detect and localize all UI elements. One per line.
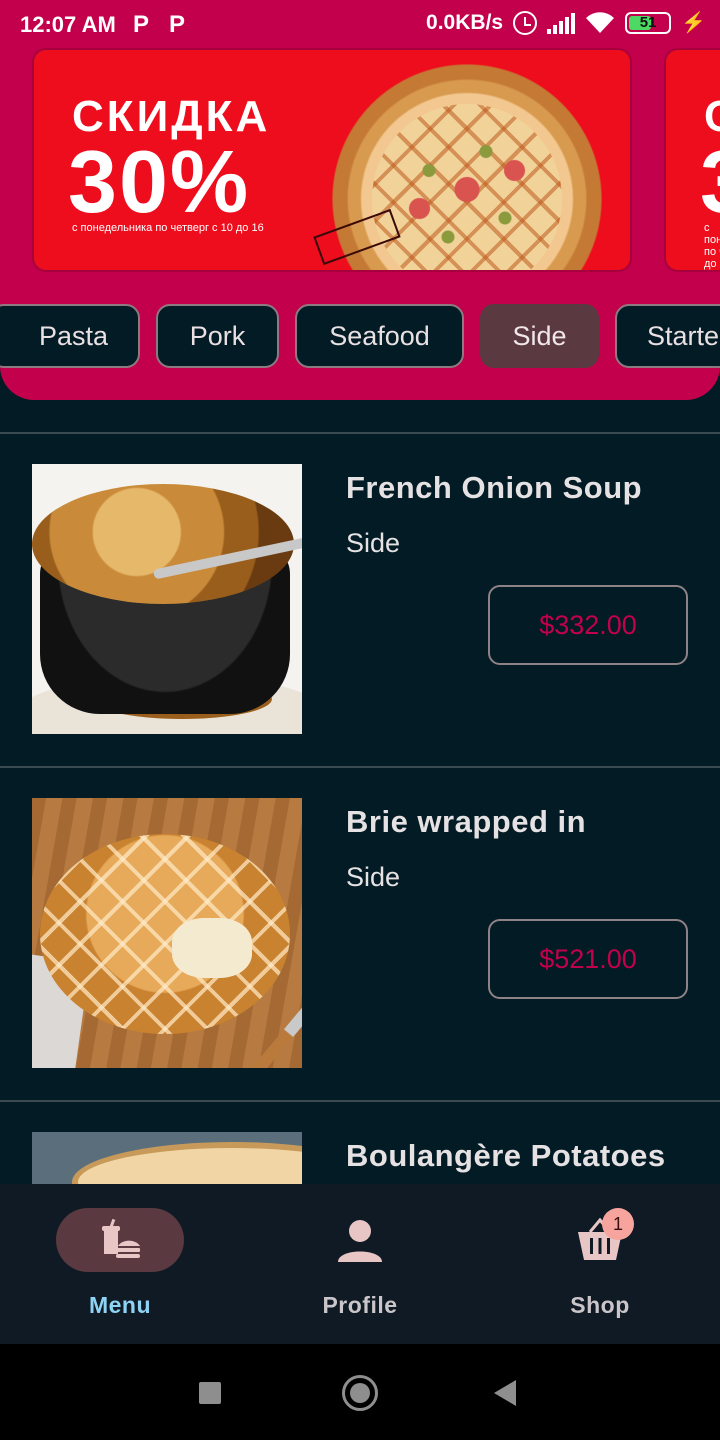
- menu-item-image[interactable]: [32, 1132, 302, 1184]
- status-indicators: 0.0KB/s 51 ⚡: [426, 10, 706, 35]
- signal-icon: [547, 12, 576, 34]
- category-chip-starter[interactable]: Starter: [615, 304, 720, 368]
- wifi-icon: [585, 11, 615, 34]
- banner-percent: 30%: [700, 138, 720, 226]
- charging-icon: ⚡: [681, 12, 706, 34]
- list-divider: [0, 766, 720, 768]
- menu-item-title[interactable]: French Onion Soup: [346, 470, 642, 506]
- nav-label-shop: Shop: [570, 1292, 630, 1318]
- nav-profile[interactable]: Profile: [240, 1184, 480, 1344]
- battery-level: 51: [639, 14, 657, 31]
- nav-label-profile: Profile: [322, 1292, 398, 1318]
- header-panel: 12:07 AM P P 0.0KB/s 51 ⚡ СКИДКА 30% с п…: [0, 0, 720, 400]
- network-speed: 0.0KB/s: [426, 10, 504, 34]
- list-divider: [0, 432, 720, 434]
- promo-banner[interactable]: СКИДКА 30% с понедельника по четверг с 1…: [32, 48, 632, 272]
- system-navigation-bar: [0, 1344, 720, 1440]
- promo-banner-next[interactable]: СКИДКА 30% с понедельника по четверг с 1…: [664, 48, 720, 272]
- category-chips: Pasta Pork Seafood Side Starter: [0, 304, 720, 368]
- nav-label-menu: Menu: [88, 1292, 152, 1318]
- price-button[interactable]: $332.00: [488, 585, 688, 665]
- banner-subtitle: с понедельника по четверг с 10 до 16: [72, 222, 264, 234]
- menu-item-title[interactable]: Boulangère Potatoes: [346, 1138, 666, 1174]
- category-chip-pork[interactable]: Pork: [156, 304, 279, 368]
- menu-item-image[interactable]: [32, 798, 302, 1068]
- alarm-icon: [513, 10, 538, 35]
- menu-item-title[interactable]: Brie wrapped in: [346, 804, 586, 840]
- back-icon[interactable]: [494, 1380, 516, 1406]
- price-button[interactable]: $521.00: [488, 919, 688, 999]
- app-screen: 12:07 AM P P 0.0KB/s 51 ⚡ СКИДКА 30% с п…: [0, 0, 720, 1440]
- list-divider: [0, 1100, 720, 1102]
- menu-item-image[interactable]: [32, 464, 302, 734]
- banner-subtitle: с понедельника по четверг с 10 до 16: [704, 222, 720, 270]
- person-icon: [338, 1220, 382, 1262]
- category-chip-seafood[interactable]: Seafood: [295, 304, 464, 368]
- nav-shop[interactable]: 1 Shop: [480, 1184, 720, 1344]
- status-time: 12:07 AM: [20, 12, 116, 37]
- category-chip-pasta[interactable]: Pasta: [0, 304, 140, 368]
- notification-p-icon: P: [133, 11, 150, 38]
- status-bar: 12:07 AM P P 0.0KB/s 51 ⚡: [0, 0, 720, 48]
- notification-p-icon: P: [169, 11, 186, 38]
- recents-icon[interactable]: [199, 1382, 221, 1404]
- menu-item-category: Side: [346, 862, 401, 892]
- banner-percent: 30%: [68, 132, 251, 231]
- menu-item-category: Side: [346, 528, 401, 558]
- category-chip-side[interactable]: Side: [480, 304, 599, 368]
- fastfood-icon: [102, 1218, 140, 1258]
- home-icon[interactable]: [342, 1375, 378, 1411]
- battery-icon: 51: [625, 11, 672, 34]
- cart-count-badge: 1: [602, 1208, 634, 1240]
- nav-menu[interactable]: Menu: [0, 1184, 240, 1344]
- bottom-navigation: Menu Profile 1 Shop: [0, 1184, 720, 1344]
